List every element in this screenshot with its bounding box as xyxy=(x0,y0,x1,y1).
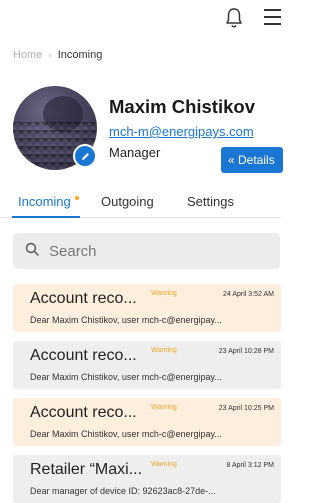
menu-icon[interactable] xyxy=(264,9,281,27)
message-title: Account reco... xyxy=(30,290,137,307)
breadcrumb: Home › Incoming xyxy=(13,49,102,61)
tab-outgoing[interactable]: Outgoing xyxy=(101,194,154,209)
message-time: 23 April 10:25 PM xyxy=(218,405,274,412)
message-preview: Dear Maxim Chistikov, user mch-c@energip… xyxy=(30,315,222,325)
profile-name: Maxim Chistikov xyxy=(109,96,255,117)
pencil-icon[interactable] xyxy=(73,144,97,168)
profile-role: Manager xyxy=(109,145,161,160)
search-input[interactable] xyxy=(49,242,249,260)
warning-badge: Warning xyxy=(151,290,177,297)
avatar xyxy=(13,86,97,170)
message-time: 8 April 3:12 PM xyxy=(226,462,274,469)
message-time: 23 April 10:28 PM xyxy=(218,348,274,355)
message-preview: Dear Maxim Chistikov, user mch-c@energip… xyxy=(30,372,222,382)
message-preview: Dear manager of device ID: 92623ac8-27de… xyxy=(30,486,216,496)
message-title: Account reco... xyxy=(30,404,137,421)
active-tab-indicator xyxy=(12,216,80,218)
chevron-right-icon: › xyxy=(48,49,52,61)
message-card[interactable]: Account reco... Warning 23 April 10:28 P… xyxy=(13,341,281,389)
warning-badge: Warning xyxy=(151,347,177,354)
search-bar[interactable] xyxy=(13,233,280,269)
breadcrumb-current: Incoming xyxy=(57,49,103,61)
message-card[interactable]: Account reco... Warning 24 April 3:52 AM… xyxy=(13,284,281,332)
profile-email-link[interactable]: mch-m@energipays.com xyxy=(109,124,254,139)
message-title: Account reco... xyxy=(30,347,137,364)
search-icon xyxy=(25,242,39,261)
breadcrumb-home[interactable]: Home xyxy=(13,49,42,61)
tab-bar: Incoming Outgoing Settings xyxy=(0,186,281,218)
details-button[interactable]: « Details xyxy=(221,147,283,173)
message-title: Retailer “Maxi... xyxy=(30,461,143,478)
message-card[interactable]: Retailer “Maxi... Warning 8 April 3:12 P… xyxy=(13,455,281,503)
bell-icon[interactable] xyxy=(225,7,243,29)
message-time: 24 April 3:52 AM xyxy=(223,291,274,298)
message-preview: Dear Maxim Chistikov, user mch-c@energip… xyxy=(30,429,222,439)
warning-badge: Warning xyxy=(151,461,177,468)
warning-badge: Warning xyxy=(151,404,177,411)
unread-dot xyxy=(75,196,79,200)
tab-incoming[interactable]: Incoming xyxy=(18,194,71,209)
tab-settings[interactable]: Settings xyxy=(187,194,234,209)
message-card[interactable]: Account reco... Warning 23 April 10:25 P… xyxy=(13,398,281,446)
top-bar xyxy=(0,0,281,36)
